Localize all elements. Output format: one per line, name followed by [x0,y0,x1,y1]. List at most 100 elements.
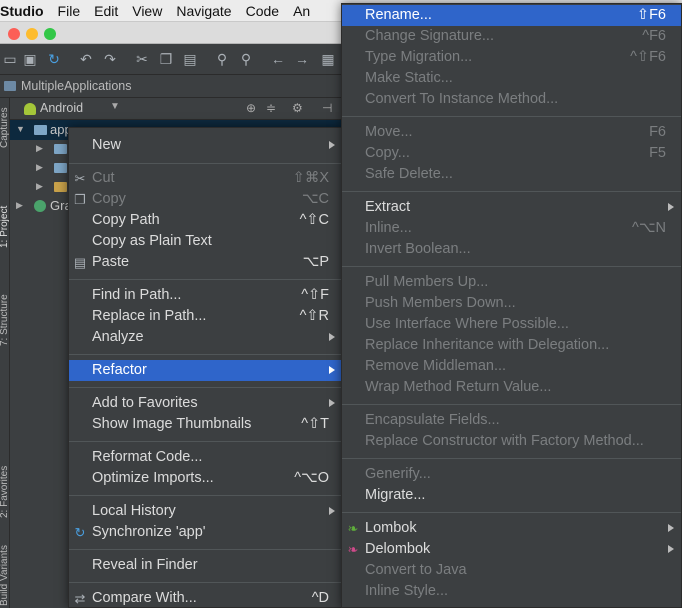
find-icon[interactable]: ⚲ [214,51,230,67]
refactor-item-pull-members-up[interactable]: Pull Members Up... [342,272,681,293]
menu-item-add-to-favorites[interactable]: Add to Favorites [69,393,342,414]
target-icon[interactable]: ⊕ [246,101,256,115]
refactor-item-invert-boolean[interactable]: Invert Boolean... [342,239,681,260]
collapsed-arrow-icon[interactable]: ▶ [16,200,23,211]
refactor-item-convert-to-java[interactable]: Convert to Java [342,560,681,581]
collapsed-arrow-icon[interactable]: ▶ [36,143,43,154]
paste-icon[interactable]: ▤ [182,51,198,67]
refactor-item-copy[interactable]: Copy... F5 [342,143,681,164]
refactor-item-replace-constructor[interactable]: Replace Constructor with Factory Method.… [342,431,681,452]
menu-navigate[interactable]: Navigate [169,0,238,22]
refactor-item-delombok[interactable]: ❧ Delombok [342,539,681,560]
menu-analyze[interactable]: An [286,0,317,22]
submenu-arrow-icon [329,366,335,374]
refactor-item-inline[interactable]: Inline... ^⌥N [342,218,681,239]
menu-item-synchronize[interactable]: ↻ Synchronize 'app' [69,522,342,543]
refactor-item-use-interface[interactable]: Use Interface Where Possible... [342,314,681,335]
menu-item-find-in-path[interactable]: Find in Path... ^⇧F [69,285,342,306]
refactor-item-rename[interactable]: Rename... ⇧F6 [342,5,681,26]
open-folder-icon[interactable]: ▭ [2,51,18,67]
menu-item-copy[interactable]: ❐ Copy ⌥C [69,189,342,210]
menu-item-label: Synchronize 'app' [92,524,206,540]
tab-favorites[interactable]: 2: Favorites [0,466,10,518]
refactor-item-convert-to-instance-method[interactable]: Convert To Instance Method... [342,89,681,110]
refactor-item-encapsulate-fields[interactable]: Encapsulate Fields... [342,410,681,431]
refactor-item-safe-delete[interactable]: Safe Delete... [342,164,681,185]
menu-item-local-history[interactable]: Local History [69,501,342,522]
menu-item-copy-plain-text[interactable]: Copy as Plain Text [69,231,342,252]
refactor-item-wrap-method-return[interactable]: Wrap Method Return Value... [342,377,681,398]
menu-item-label: Replace in Path... [92,308,207,324]
menu-item-analyze[interactable]: Analyze [69,327,342,348]
refactor-item-extract[interactable]: Extract [342,197,681,218]
refactor-item-inline-style[interactable]: Inline Style... [342,581,681,602]
view-selector[interactable]: Android [40,101,83,115]
menu-item-show-image-thumbnails[interactable]: Show Image Thumbnails ^⇧T [69,414,342,435]
tab-build-variants[interactable]: Build Variants [0,545,10,606]
menu-item-refactor[interactable]: Refactor [69,360,342,381]
menu-item-new[interactable]: New [69,135,342,156]
collapsed-arrow-icon[interactable]: ▶ [36,162,43,173]
menu-separator [69,549,342,550]
submenu-arrow-icon [329,399,335,407]
cut-icon[interactable]: ✂ [134,51,150,67]
menu-item-label: Make Static... [365,70,453,86]
menu-item-label: Reveal in Finder [92,557,198,573]
redo-icon[interactable]: ↷ [102,51,118,67]
hide-panel-icon[interactable]: ⊣ [322,101,332,115]
refactor-item-push-members-down[interactable]: Push Members Down... [342,293,681,314]
refactor-item-remove-middleman[interactable]: Remove Middleman... [342,356,681,377]
build-icon[interactable]: ▦ [320,51,336,67]
zoom-window-button[interactable] [44,28,56,40]
refactor-item-generify[interactable]: Generify... [342,464,681,485]
close-window-button[interactable] [8,28,20,40]
undo-icon[interactable]: ↶ [78,51,94,67]
refactor-item-replace-inheritance[interactable]: Replace Inheritance with Delegation... [342,335,681,356]
tab-captures[interactable]: Captures [0,107,10,148]
menu-item-reformat-code[interactable]: Reformat Code... [69,447,342,468]
chevron-down-icon[interactable]: ▼ [110,101,120,112]
menu-item-shortcut: ⇧F6 [636,7,666,23]
replace-icon[interactable]: ⚲ [238,51,254,67]
submenu-arrow-icon [329,333,335,341]
minimize-window-button[interactable] [26,28,38,40]
menu-view[interactable]: View [125,0,169,22]
back-icon[interactable]: ← [270,51,286,67]
submenu-arrow-icon [668,545,674,553]
menu-item-replace-in-path[interactable]: Replace in Path... ^⇧R [69,306,342,327]
refactor-item-change-signature[interactable]: Change Signature... ^F6 [342,26,681,47]
menu-code[interactable]: Code [239,0,286,22]
breadcrumb-project[interactable]: MultipleApplications [21,79,131,93]
menu-item-paste[interactable]: ▤ Paste ⌥P [69,252,342,273]
menu-item-label: Convert to Java [365,562,467,578]
forward-icon[interactable]: → [294,51,310,67]
save-icon[interactable]: ▣ [22,51,38,67]
menu-item-label: Inline... [365,220,412,236]
refactor-item-type-migration[interactable]: Type Migration... ^⇧F6 [342,47,681,68]
menu-file[interactable]: File [51,0,88,22]
menu-item-compare-with[interactable]: ⇄ Compare With... ^D [69,588,342,608]
copy-icon[interactable]: ❐ [158,51,174,67]
refactor-item-make-static[interactable]: Make Static... [342,68,681,89]
resource-folder-icon [54,182,67,192]
expanded-arrow-icon[interactable]: ▼ [16,124,25,134]
sync-icon[interactable]: ↻ [46,51,62,67]
collapse-icon[interactable]: ≑ [266,101,276,115]
collapsed-arrow-icon[interactable]: ▶ [36,181,43,192]
refactor-item-move[interactable]: Move... F6 [342,122,681,143]
tab-structure[interactable]: 7: Structure [0,294,10,346]
menu-item-optimize-imports[interactable]: Optimize Imports... ^⌥O [69,468,342,489]
menu-item-label: Convert To Instance Method... [365,91,559,107]
tab-project[interactable]: 1: Project [0,206,10,248]
menu-item-label: Optimize Imports... [92,470,214,486]
refactor-item-migrate[interactable]: Migrate... [342,485,681,506]
menu-item-label: Change Signature... [365,28,494,44]
menu-studio[interactable]: Studio [0,0,51,22]
gear-icon[interactable]: ⚙ [292,101,303,115]
menu-item-cut[interactable]: ✂ Cut ⇧⌘X [69,168,342,189]
menu-item-copy-path[interactable]: Copy Path ^⇧C [69,210,342,231]
menu-edit[interactable]: Edit [87,0,125,22]
menu-separator [342,266,681,267]
refactor-item-lombok[interactable]: ❧ Lombok [342,518,681,539]
menu-item-reveal-in-finder[interactable]: Reveal in Finder [69,555,342,576]
